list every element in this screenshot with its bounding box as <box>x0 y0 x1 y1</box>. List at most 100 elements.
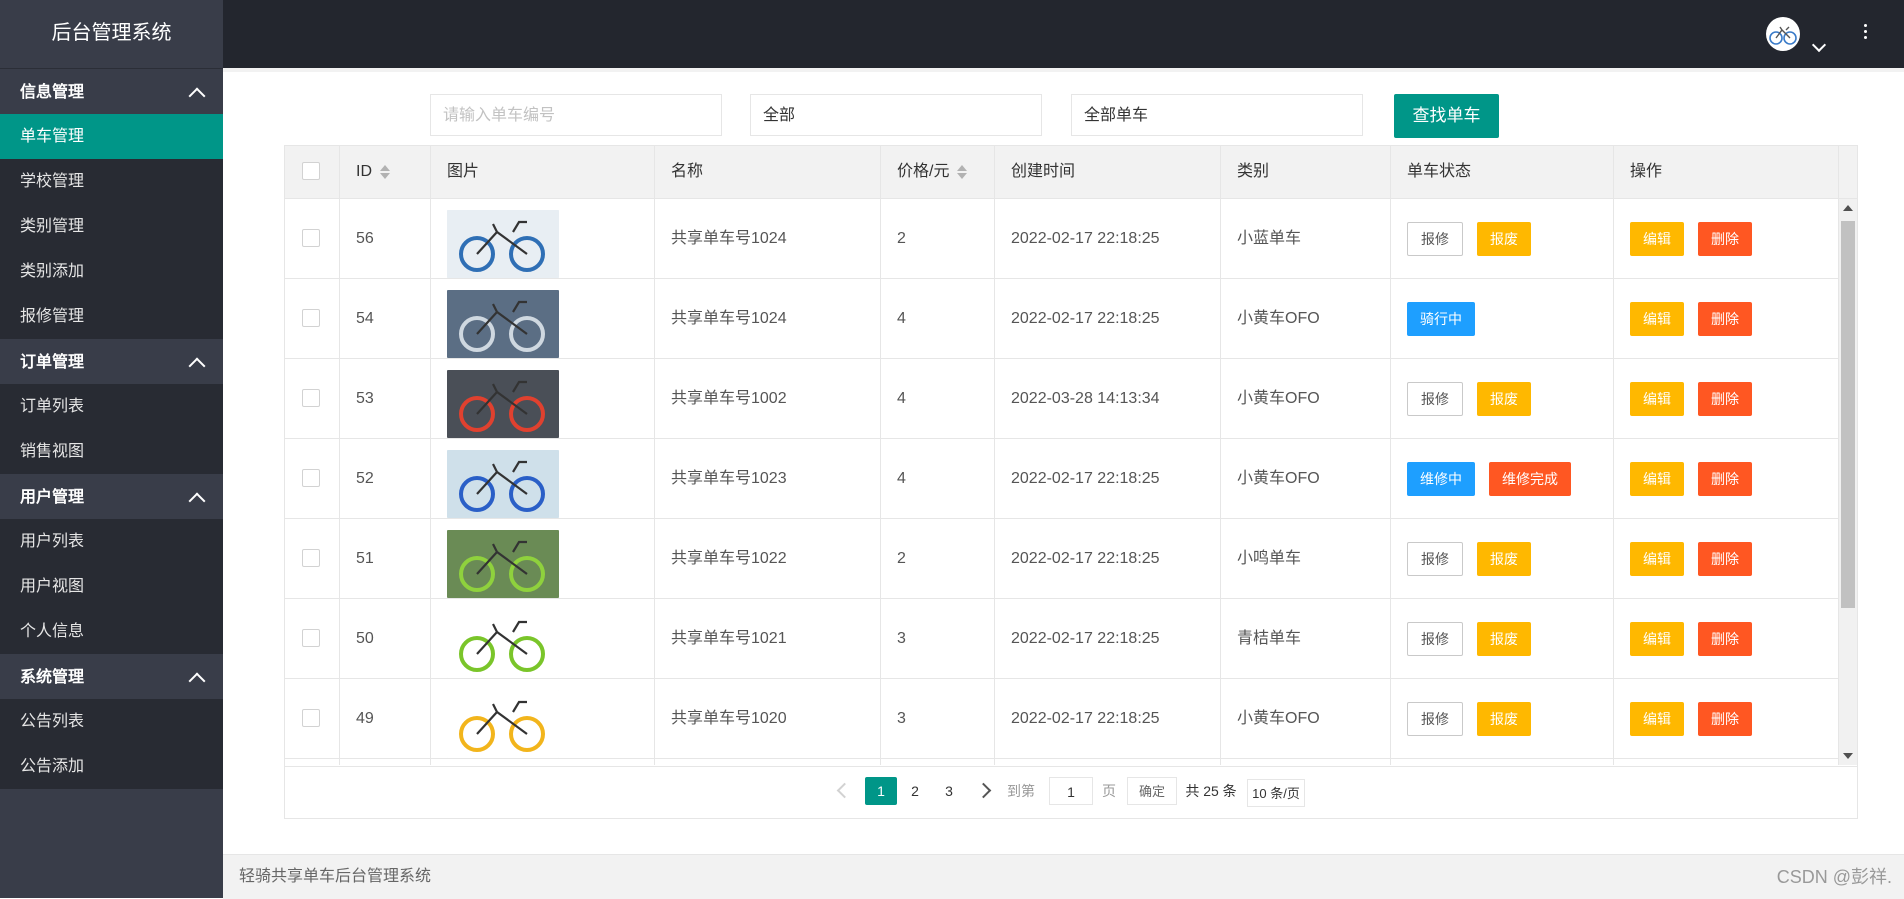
sidebar-item-repair-management[interactable]: 报修管理 <box>0 294 223 339</box>
cell-actions: 编辑 删除 <box>1614 679 1839 758</box>
sidebar-item-profile[interactable]: 个人信息 <box>0 609 223 654</box>
cell-cb <box>285 679 340 758</box>
row-checkbox[interactable] <box>302 468 320 487</box>
th-price[interactable]: 价格/元 <box>881 146 995 198</box>
edit-button[interactable]: 编辑 <box>1630 301 1684 336</box>
sort-icon[interactable] <box>380 164 390 179</box>
row-checkbox[interactable] <box>302 388 320 407</box>
sidebar-item-bike-management[interactable]: 单车管理 <box>0 114 223 159</box>
delete-button[interactable]: 删除 <box>1698 701 1752 736</box>
avatar[interactable] <box>1766 17 1800 51</box>
bike-table: ID 图片 名称 价格/元 创建时间 类别 单车状态 操作 56 共享单车号102… <box>284 145 1858 819</box>
scrap-button[interactable]: 报废 <box>1477 381 1531 416</box>
sidebar-item-category-add[interactable]: 类别添加 <box>0 249 223 294</box>
row-checkbox[interactable] <box>302 548 320 567</box>
sidebar-item-user-view[interactable]: 用户视图 <box>0 564 223 609</box>
sidebar-item-user-list[interactable]: 用户列表 <box>0 519 223 564</box>
cell-id: 49 <box>340 679 431 758</box>
scrap-button[interactable]: 报废 <box>1477 541 1531 576</box>
repair-button[interactable]: 报修 <box>1407 381 1463 416</box>
delete-button[interactable]: 删除 <box>1698 301 1752 336</box>
cell-actions <box>1614 759 1839 765</box>
sidebar-item-notice-list[interactable]: 公告列表 <box>0 699 223 744</box>
delete-button[interactable]: 删除 <box>1698 381 1752 416</box>
table-row: 53 共享单车号1002 4 2022-03-28 14:13:34 小黄车OFO 报修报… <box>285 359 1839 439</box>
riding-button[interactable]: 骑行中 <box>1407 301 1475 336</box>
select-all-checkbox[interactable] <box>302 161 320 180</box>
th-price-label: 价格/元 <box>897 163 950 180</box>
cell-price-text: 3 <box>897 630 906 647</box>
sidebar-item-sales-view[interactable]: 销售视图 <box>0 429 223 474</box>
row-checkbox[interactable] <box>302 628 320 647</box>
cell-cb <box>285 439 340 518</box>
th-id[interactable]: ID <box>340 146 431 198</box>
page-3[interactable]: 3 <box>933 777 965 805</box>
prev-page-button[interactable] <box>832 777 856 805</box>
bike-number-input[interactable]: 请输入单车编号 <box>430 94 722 136</box>
scroll-up-icon[interactable] <box>1843 205 1853 211</box>
repair-done-button[interactable]: 维修完成 <box>1489 461 1571 496</box>
edit-button[interactable]: 编辑 <box>1630 461 1684 496</box>
edit-button[interactable]: 编辑 <box>1630 381 1684 416</box>
repair-button[interactable]: 报修 <box>1407 621 1463 656</box>
cell-price <box>881 759 995 765</box>
nav-group-orders[interactable]: 订单管理 <box>0 339 223 384</box>
page-1[interactable]: 1 <box>865 777 897 805</box>
nav-group-info[interactable]: 信息管理 <box>0 69 223 114</box>
row-checkbox[interactable] <box>302 228 320 247</box>
edit-button[interactable]: 编辑 <box>1630 621 1684 656</box>
scrap-button[interactable]: 报废 <box>1477 221 1531 256</box>
row-checkbox[interactable] <box>302 308 320 327</box>
repair-button[interactable]: 报修 <box>1407 701 1463 736</box>
table-row: 56 共享单车号1024 2 2022-02-17 22:18:25 小蓝单车 报修 报废编… <box>285 199 1839 279</box>
nav-group-users[interactable]: 用户管理 <box>0 474 223 519</box>
cell-img <box>431 519 655 598</box>
scroll-thumb[interactable] <box>1841 221 1855 608</box>
vertical-scrollbar[interactable] <box>1838 199 1857 765</box>
delete-button[interactable]: 删除 <box>1698 461 1752 496</box>
cell-cb <box>285 279 340 358</box>
cell-name-text: 共享单车号1020 <box>671 710 787 727</box>
per-page-select[interactable]: 10 条/页 <box>1247 779 1305 807</box>
sort-icon[interactable] <box>957 164 968 179</box>
nav-group-system[interactable]: 系统管理 <box>0 654 223 699</box>
school-select[interactable]: 全部 <box>750 94 1042 136</box>
cell-id-text: 49 <box>356 710 374 727</box>
repair-button[interactable]: 报修 <box>1407 221 1463 256</box>
edit-button[interactable]: 编辑 <box>1630 701 1684 736</box>
cell-name: 共享单车号1022 <box>655 519 881 598</box>
delete-button[interactable]: 删除 <box>1698 621 1752 656</box>
goto-confirm-button[interactable]: 确定 <box>1127 777 1177 805</box>
goto-page-input[interactable]: 1 <box>1049 777 1093 805</box>
repair-button[interactable]: 报修 <box>1407 541 1463 576</box>
page-2[interactable]: 2 <box>899 777 931 805</box>
in-repair-button[interactable]: 维修中 <box>1407 461 1475 496</box>
th-actions: 操作 <box>1614 146 1839 198</box>
more-vertical-icon[interactable] <box>1864 24 1868 42</box>
delete-button[interactable]: 删除 <box>1698 221 1752 256</box>
scrap-button[interactable]: 报废 <box>1477 621 1531 656</box>
cell-created-text: 2022-02-17 22:18:25 <box>1011 710 1160 727</box>
scrap-button[interactable]: 报废 <box>1477 701 1531 736</box>
scroll-down-icon[interactable] <box>1843 753 1853 759</box>
find-bike-button[interactable]: 查找单车 <box>1394 94 1499 138</box>
cell-cb <box>285 599 340 678</box>
sidebar-item-category-management[interactable]: 类别管理 <box>0 204 223 249</box>
table-body: 56 共享单车号1024 2 2022-02-17 22:18:25 小蓝单车 报修 报废编… <box>285 199 1839 765</box>
chevron-down-icon[interactable] <box>1811 37 1827 53</box>
chevron-left-icon <box>836 782 852 799</box>
sidebar-item-order-list[interactable]: 订单列表 <box>0 384 223 429</box>
next-page-button[interactable] <box>971 777 995 805</box>
sidebar-item-notice-add[interactable]: 公告添加 <box>0 744 223 789</box>
cell-price-text: 4 <box>897 310 906 327</box>
edit-button[interactable]: 编辑 <box>1630 541 1684 576</box>
row-checkbox[interactable] <box>302 708 320 727</box>
edit-button[interactable]: 编辑 <box>1630 221 1684 256</box>
nav-group-label: 订单管理 <box>20 354 85 371</box>
delete-button[interactable]: 删除 <box>1698 541 1752 576</box>
sidebar-item-school-management[interactable]: 学校管理 <box>0 159 223 204</box>
cell-name: 共享单车号1002 <box>655 359 881 438</box>
cell-price-text: 4 <box>897 390 906 407</box>
cell-name: 共享单车号1023 <box>655 439 881 518</box>
bike-type-select[interactable]: 全部单车 <box>1071 94 1363 136</box>
